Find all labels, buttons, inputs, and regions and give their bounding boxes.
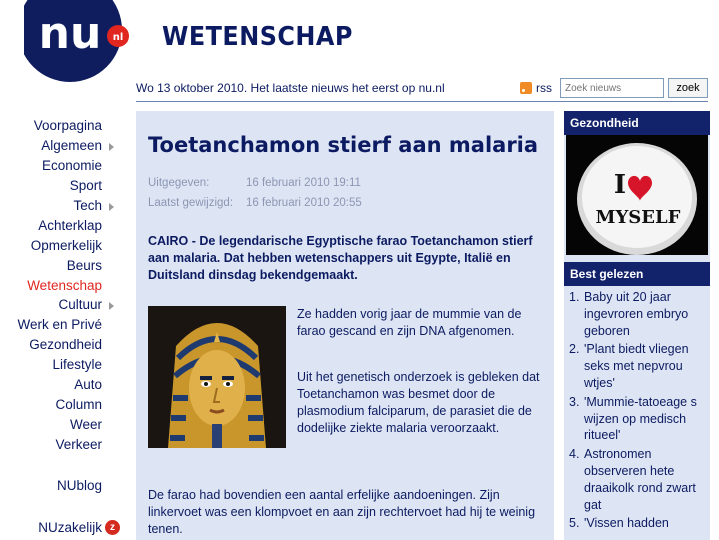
chevron-right-icon[interactable] bbox=[109, 142, 114, 151]
nav-item-label: Achterklap bbox=[38, 217, 102, 233]
best-read-link[interactable]: 'Mummie-tatoeage s wijzen op medisch rit… bbox=[584, 394, 709, 444]
updated-value: 16 februari 2010 20:55 bbox=[246, 197, 362, 209]
search-button[interactable]: zoek bbox=[668, 78, 708, 98]
nav-item-algemeen[interactable]: Algemeen bbox=[0, 136, 130, 156]
article: Toetanchamon stierf aan malaria Uitgegev… bbox=[136, 111, 554, 540]
nav-item-label: Voorpagina bbox=[33, 118, 102, 134]
best-read-item[interactable]: 1. Baby uit 20 jaar ingevroren embryo geb… bbox=[569, 289, 709, 339]
best-read-number: 4. bbox=[569, 447, 580, 462]
health-section-title[interactable]: Gezondheid bbox=[564, 111, 710, 135]
nav-item-column[interactable]: Column bbox=[0, 394, 130, 414]
best-read-link[interactable]: 'Plant biedt vliegen seks met nepvrou wt… bbox=[584, 341, 709, 391]
nav-item-label: Auto bbox=[74, 377, 102, 393]
best-read-link[interactable]: Astronomen observeren hete draaikolk ron… bbox=[584, 446, 709, 513]
i-love-myself-button-image[interactable]: I MYSELF bbox=[566, 135, 708, 255]
tutankhamun-mask-image bbox=[148, 306, 286, 448]
best-read-list: 1. Baby uit 20 jaar ingevroren embryo geb… bbox=[569, 289, 709, 534]
nav-item-label: Cultuur bbox=[58, 297, 102, 313]
nav-item-voorpagina[interactable]: Voorpagina bbox=[0, 116, 130, 136]
header-bar: Wo 13 oktober 2010. Het laatste nieuws h… bbox=[136, 76, 708, 102]
best-read-link[interactable]: 'Vissen hadden bbox=[584, 515, 709, 532]
nav-item-label: Lifestyle bbox=[52, 357, 102, 373]
button-myself-text: MYSELF bbox=[596, 207, 681, 228]
nav-item-label: Column bbox=[55, 396, 102, 412]
nav-item-beurs[interactable]: Beurs bbox=[0, 255, 130, 275]
best-read-number: 5. bbox=[569, 516, 580, 531]
best-read-link[interactable]: Baby uit 20 jaar ingevroren embryo gebor… bbox=[584, 289, 709, 339]
article-paragraph-3: De farao had bovendien een aantal erfeli… bbox=[148, 488, 536, 536]
nav-item-cultuur[interactable]: Cultuur bbox=[0, 295, 130, 315]
nav-item-label: Verkeer bbox=[55, 436, 102, 452]
best-read-item[interactable]: 2. 'Plant biedt vliegen seks met nepvrou … bbox=[569, 341, 709, 391]
article-title: Toetanchamon stierf aan malaria bbox=[148, 133, 539, 157]
best-read-item[interactable]: 4. Astronomen observeren hete draaikolk r… bbox=[569, 446, 709, 513]
published-value: 16 februari 2010 19:11 bbox=[246, 177, 361, 189]
date-line: Wo 13 oktober 2010. Het laatste nieuws h… bbox=[136, 81, 445, 95]
chevron-right-icon[interactable] bbox=[109, 202, 114, 211]
best-read-number: 3. bbox=[569, 394, 580, 409]
nuzakelijk-z-icon: z bbox=[105, 520, 120, 535]
rss-icon bbox=[520, 82, 532, 94]
rss-label: rss bbox=[536, 81, 552, 95]
updated-label: Laatst gewijzigd: bbox=[148, 197, 234, 209]
nav-item-label: Tech bbox=[73, 198, 102, 213]
nav-item-economie[interactable]: Economie bbox=[0, 156, 130, 176]
nav-item-weer[interactable]: Weer bbox=[0, 414, 130, 434]
nav-item-wetenschap[interactable]: Wetenschap bbox=[0, 275, 130, 295]
nav-item-werk-en-priv[interactable]: Werk en Privé bbox=[0, 315, 130, 335]
button-i-text: I bbox=[614, 170, 626, 200]
article-paragraph-2: Uit het genetisch onderzoek is gebleken … bbox=[297, 370, 540, 435]
left-nav: Voorpagina Algemeen Economie Sport Tech Achte… bbox=[0, 116, 130, 454]
nav-nublog[interactable]: NUblog bbox=[0, 478, 102, 493]
nav-item-label: Gezondheid bbox=[29, 337, 102, 353]
published-label: Uitgegeven: bbox=[148, 177, 210, 189]
section-title: WETENSCHAP bbox=[162, 22, 353, 52]
nav-item-label: Weer bbox=[69, 416, 102, 432]
chevron-right-icon[interactable] bbox=[109, 302, 114, 311]
right-sidebar: Gezondheid I MYSELF Best gelezen 1. Baby … bbox=[564, 111, 710, 540]
rss-link[interactable]: rss bbox=[520, 81, 552, 95]
logo-badge: nl bbox=[113, 32, 124, 43]
nav-item-label: Sport bbox=[69, 178, 102, 194]
best-read-item[interactable]: 5. 'Vissen hadden bbox=[569, 515, 709, 532]
best-read-number: 1. bbox=[569, 290, 580, 304]
nav-item-gezondheid[interactable]: Gezondheid bbox=[0, 335, 130, 355]
nav-item-verkeer[interactable]: Verkeer bbox=[0, 434, 130, 454]
article-paragraph-1: Ze hadden vorig jaar de mummie van de fa… bbox=[297, 307, 522, 338]
nu-logo[interactable]: nu nl bbox=[18, 0, 134, 88]
best-read-number: 2. bbox=[569, 342, 580, 357]
nav-item-label: Economie bbox=[41, 158, 102, 174]
nav-nuzakelijk[interactable]: NUzakelijk z bbox=[0, 520, 120, 535]
logo-text: nu bbox=[39, 8, 102, 59]
best-read-title: Best gelezen bbox=[564, 262, 710, 286]
nav-item-sport[interactable]: Sport bbox=[0, 176, 130, 196]
article-lead: CAIRO - De legendarische Egyptische fara… bbox=[148, 234, 533, 282]
nuzakelijk-label: NUzakelijk bbox=[38, 520, 102, 535]
nav-item-auto[interactable]: Auto bbox=[0, 375, 130, 395]
nav-item-label: Wetenschap bbox=[27, 277, 102, 293]
nav-item-opmerkelijk[interactable]: Opmerkelijk bbox=[0, 235, 130, 255]
nav-item-label: Algemeen bbox=[41, 138, 102, 154]
nav-item-tech[interactable]: Tech bbox=[0, 196, 130, 216]
nav-item-label: Beurs bbox=[66, 257, 102, 273]
nav-item-label: Opmerkelijk bbox=[30, 237, 102, 253]
nav-item-lifestyle[interactable]: Lifestyle bbox=[0, 355, 130, 375]
search-input[interactable] bbox=[560, 78, 664, 98]
nav-item-achterklap[interactable]: Achterklap bbox=[0, 215, 130, 235]
nav-item-label: Werk en Privé bbox=[17, 317, 102, 333]
best-read-item[interactable]: 3. 'Mummie-tatoeage s wijzen op medisch r… bbox=[569, 394, 709, 444]
